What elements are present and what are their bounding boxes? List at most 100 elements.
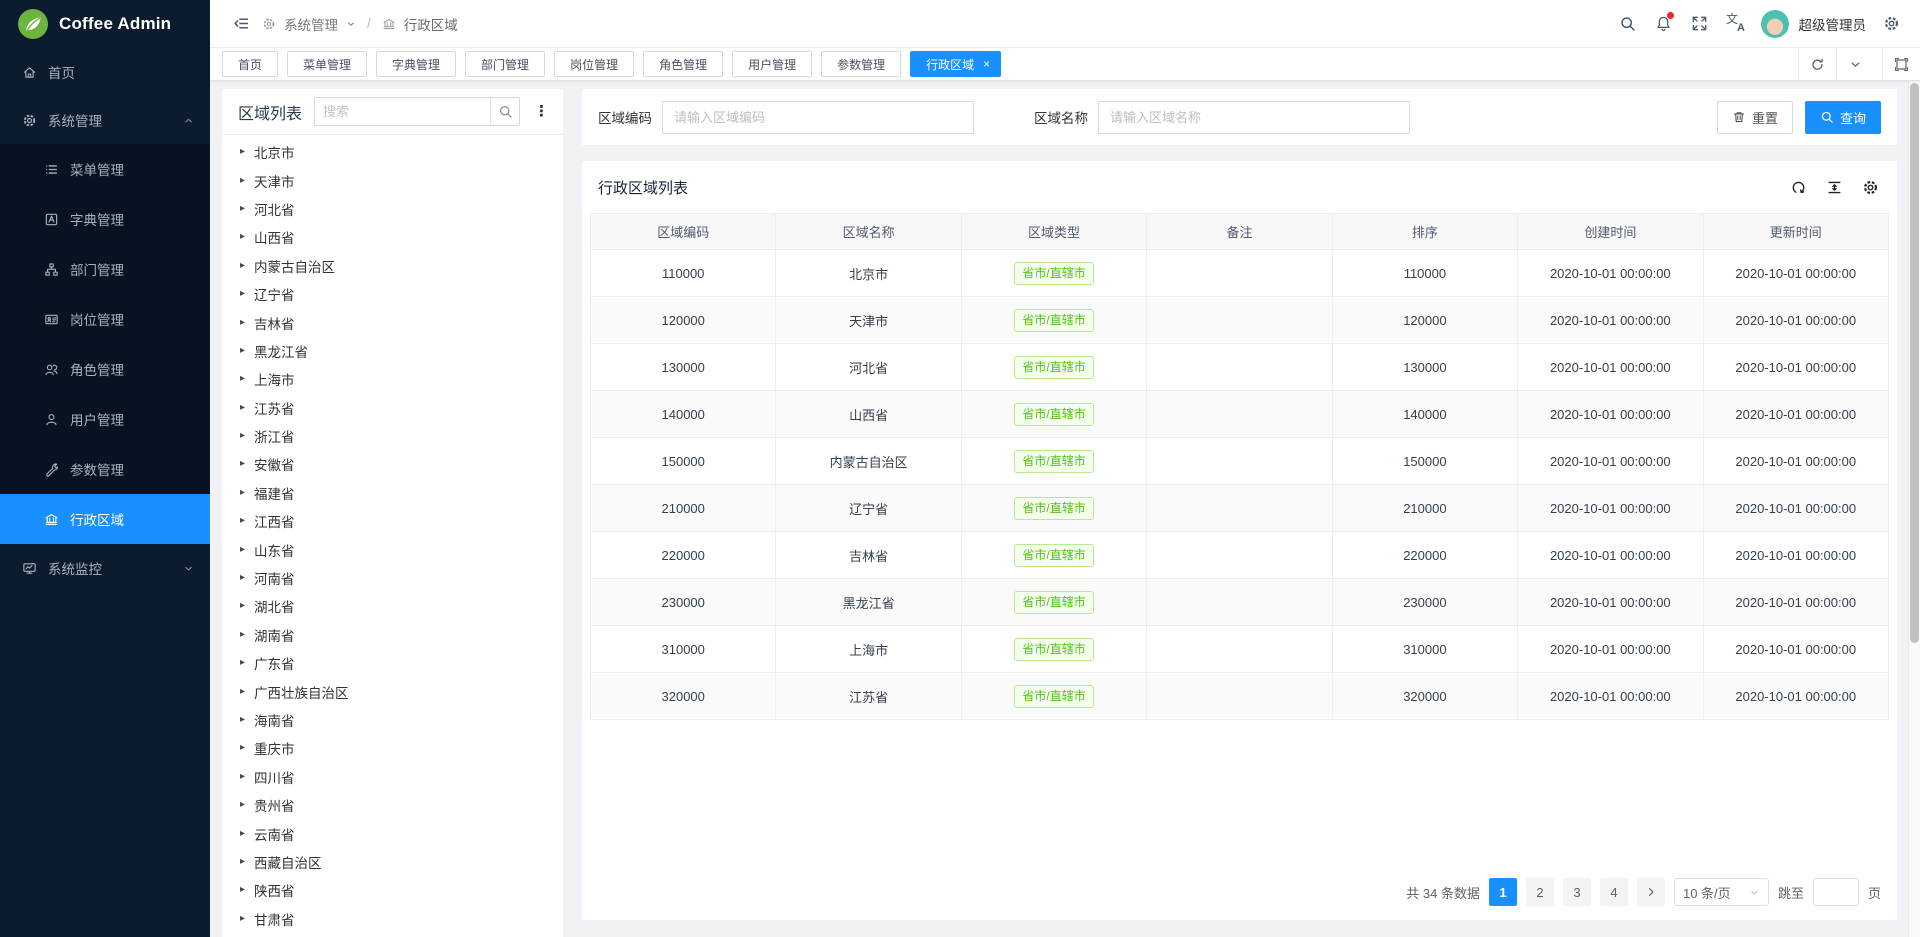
tree-search-input[interactable] — [315, 98, 490, 125]
fullscreen-button[interactable] — [1683, 7, 1717, 41]
tree-item[interactable]: ▸ 山东省 — [222, 535, 563, 563]
tree-item[interactable]: ▸ 江苏省 — [222, 394, 563, 422]
tree-search-icon[interactable] — [490, 98, 519, 125]
tab[interactable]: 首页 × — [222, 51, 278, 77]
translate-button[interactable]: 文A — [1719, 7, 1753, 41]
caret-right-icon[interactable]: ▸ — [240, 800, 245, 810]
tree-item[interactable]: ▸ 吉林省 — [222, 308, 563, 336]
page-button[interactable]: 4 — [1600, 878, 1628, 906]
row-height-icon[interactable] — [1826, 179, 1843, 196]
caret-right-icon[interactable]: ▸ — [240, 318, 245, 328]
caret-right-icon[interactable]: ▸ — [240, 857, 245, 867]
sidebar-item-post-mgmt[interactable]: 岗位管理 — [0, 294, 210, 344]
caret-right-icon[interactable]: ▸ — [240, 403, 245, 413]
tab-close-icon[interactable]: × — [983, 58, 990, 70]
tab[interactable]: 参数管理 × — [821, 51, 901, 77]
caret-right-icon[interactable]: ▸ — [240, 829, 245, 839]
caret-right-icon[interactable]: ▸ — [240, 374, 245, 384]
sidebar-item-user-mgmt[interactable]: 用户管理 — [0, 394, 210, 444]
settings-button[interactable] — [1874, 7, 1908, 41]
tree-more-button[interactable]: ⋮ — [532, 102, 551, 121]
tree-item[interactable]: ▸ 甘肃省 — [222, 905, 563, 933]
caret-right-icon[interactable]: ▸ — [240, 346, 245, 356]
next-page-button[interactable] — [1637, 878, 1665, 906]
tree-item[interactable]: ▸ 云南省 — [222, 819, 563, 847]
breadcrumb-section[interactable]: 系统管理 — [284, 14, 338, 34]
page-button[interactable]: 1 — [1489, 878, 1517, 906]
tree-item[interactable]: ▸ 广西壮族自治区 — [222, 677, 563, 705]
sidebar-group-monitor[interactable]: 系统监控 — [0, 544, 210, 592]
page-button[interactable]: 3 — [1563, 878, 1591, 906]
caret-right-icon[interactable]: ▸ — [240, 289, 245, 299]
caret-right-icon[interactable]: ▸ — [240, 204, 245, 214]
sidebar-group-system[interactable]: 系统管理 — [0, 96, 210, 144]
tree-item[interactable]: ▸ 黑龙江省 — [222, 337, 563, 365]
search-button[interactable] — [1611, 7, 1645, 41]
sidebar-item-param-mgmt[interactable]: 参数管理 — [0, 444, 210, 494]
sidebar-collapse-button[interactable] — [224, 7, 258, 41]
tree-item[interactable]: ▸ 广东省 — [222, 649, 563, 677]
caret-right-icon[interactable]: ▸ — [240, 431, 245, 441]
sidebar-item-dept-mgmt[interactable]: 部门管理 — [0, 244, 210, 294]
tree-item[interactable]: ▸ 河南省 — [222, 564, 563, 592]
tree-item[interactable]: ▸ 内蒙古自治区 — [222, 252, 563, 280]
tab[interactable]: 角色管理 × — [643, 51, 723, 77]
tabs-refresh-button[interactable] — [1798, 48, 1836, 80]
caret-right-icon[interactable]: ▸ — [240, 630, 245, 640]
caret-right-icon[interactable]: ▸ — [240, 147, 245, 157]
tree-item[interactable]: ▸ 河北省 — [222, 195, 563, 223]
tree-item[interactable]: ▸ 辽宁省 — [222, 280, 563, 308]
tree-item[interactable]: ▸ 福建省 — [222, 479, 563, 507]
sidebar-item-region[interactable]: 行政区域 — [0, 494, 210, 544]
tree-item[interactable]: ▸ 湖南省 — [222, 621, 563, 649]
refresh-icon[interactable] — [1790, 179, 1807, 196]
tab[interactable]: 岗位管理 × — [554, 51, 634, 77]
tab[interactable]: 用户管理 × — [732, 51, 812, 77]
tree-item[interactable]: ▸ 贵州省 — [222, 791, 563, 819]
page-size-select[interactable]: 10 条/页 — [1674, 878, 1769, 906]
tree-item[interactable]: ▸ 天津市 — [222, 166, 563, 194]
caret-right-icon[interactable]: ▸ — [240, 459, 245, 469]
page-button[interactable]: 2 — [1526, 878, 1554, 906]
reset-button[interactable]: 重置 — [1717, 101, 1793, 134]
tree-item[interactable]: ▸ 西藏自治区 — [222, 848, 563, 876]
caret-right-icon[interactable]: ▸ — [240, 488, 245, 498]
caret-right-icon[interactable]: ▸ — [240, 232, 245, 242]
region-code-input[interactable] — [662, 101, 974, 134]
content-fullscreen-button[interactable] — [1882, 48, 1920, 80]
tab[interactable]: 部门管理 × — [465, 51, 545, 77]
tree-item[interactable]: ▸ 四川省 — [222, 763, 563, 791]
sidebar-item-role-mgmt[interactable]: 角色管理 — [0, 344, 210, 394]
notifications-button[interactable] — [1647, 7, 1681, 41]
caret-right-icon[interactable]: ▸ — [240, 914, 245, 924]
caret-right-icon[interactable]: ▸ — [240, 545, 245, 555]
tree-item[interactable]: ▸ 青海省 — [222, 933, 563, 937]
caret-right-icon[interactable]: ▸ — [240, 176, 245, 186]
tree-item[interactable]: ▸ 陕西省 — [222, 876, 563, 904]
caret-right-icon[interactable]: ▸ — [240, 885, 245, 895]
caret-right-icon[interactable]: ▸ — [240, 658, 245, 668]
tree-item[interactable]: ▸ 海南省 — [222, 706, 563, 734]
tree-item[interactable]: ▸ 江西省 — [222, 507, 563, 535]
caret-right-icon[interactable]: ▸ — [240, 715, 245, 725]
column-settings-icon[interactable] — [1862, 179, 1879, 196]
logo[interactable]: Coffee Admin — [0, 0, 210, 48]
tree-item[interactable]: ▸ 安徽省 — [222, 450, 563, 478]
caret-right-icon[interactable]: ▸ — [240, 573, 245, 583]
caret-right-icon[interactable]: ▸ — [240, 687, 245, 697]
caret-right-icon[interactable]: ▸ — [240, 601, 245, 611]
caret-right-icon[interactable]: ▸ — [240, 261, 245, 271]
caret-right-icon[interactable]: ▸ — [240, 516, 245, 526]
scrollbar-thumb[interactable] — [1910, 83, 1919, 643]
sidebar-item-menu-mgmt[interactable]: 菜单管理 — [0, 144, 210, 194]
tree-item[interactable]: ▸ 上海市 — [222, 365, 563, 393]
region-name-input[interactable] — [1098, 101, 1410, 134]
jump-page-input[interactable] — [1813, 878, 1859, 906]
tree-item[interactable]: ▸ 浙江省 — [222, 422, 563, 450]
avatar[interactable] — [1761, 10, 1789, 38]
tree-item[interactable]: ▸ 山西省 — [222, 223, 563, 251]
query-button[interactable]: 查询 — [1805, 101, 1881, 134]
tab[interactable]: 字典管理 × — [376, 51, 456, 77]
tree-item[interactable]: ▸ 湖北省 — [222, 592, 563, 620]
sidebar-item-dict-mgmt[interactable]: 字典管理 — [0, 194, 210, 244]
